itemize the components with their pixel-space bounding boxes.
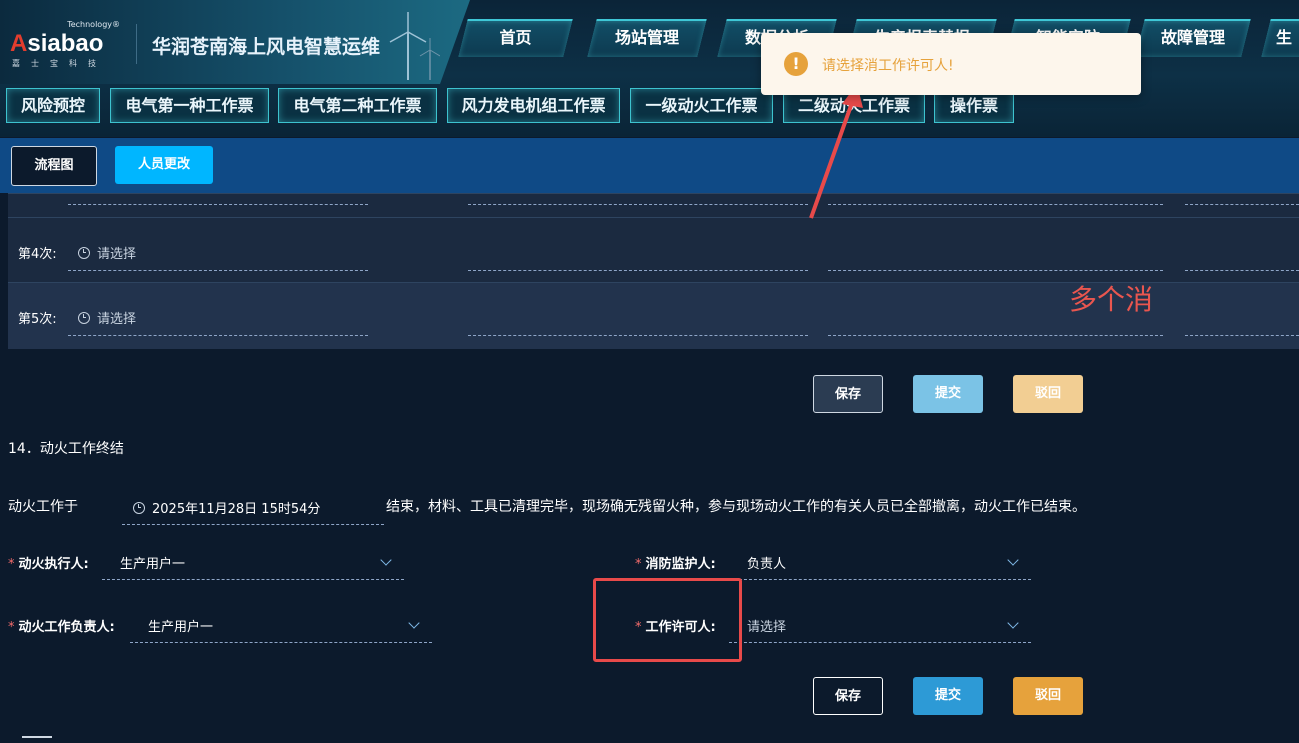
time-input-4c[interactable] (828, 270, 1163, 271)
submit-button[interactable]: 提交 (913, 677, 983, 715)
nav-tab-fault[interactable]: 故障管理 (1135, 19, 1251, 57)
clock-icon (78, 247, 90, 259)
subtab-hotwork-first[interactable]: 一级动火工作票 (630, 88, 773, 123)
nav-tab-production[interactable]: 生 (1261, 19, 1299, 57)
submit-button-top[interactable]: 提交 (913, 375, 983, 413)
leader-label: * 动火工作负责人: (8, 620, 115, 635)
time-picker-5[interactable]: 请选择 (78, 308, 136, 327)
row-label: 第4次: (18, 247, 57, 262)
clock-icon (133, 502, 145, 514)
time-input-5d[interactable] (1185, 335, 1299, 336)
input-underline (729, 579, 1031, 580)
input-underline (828, 204, 1163, 205)
section-title: 14．动火工作终结 (8, 441, 124, 457)
logo-tech-text: Technology® (67, 20, 120, 29)
save-button[interactable]: 保存 (813, 677, 883, 715)
clock-icon (78, 312, 90, 324)
time-input-4b[interactable] (468, 270, 808, 271)
person-change-button[interactable]: 人员更改 (115, 146, 213, 184)
table-row (8, 193, 1299, 218)
logo-wordmark: Asiabao (10, 30, 104, 57)
toast-message: 请选择消工作许可人! (822, 58, 954, 74)
end-prefix-text: 动火工作于 (8, 499, 78, 515)
input-underline (68, 270, 368, 271)
chevron-down-icon[interactable] (1007, 554, 1019, 566)
chevron-down-icon[interactable] (1007, 617, 1019, 629)
end-suffix-text: 结束，材料、工具已清理完毕，现场确无残留火种，参与现场动火工作的有关人员已全部撤… (386, 499, 1086, 515)
input-underline (122, 524, 384, 525)
highlight-box (593, 578, 742, 662)
leader-select[interactable]: 生产用户一 (148, 616, 213, 635)
subtab-risk-control[interactable]: 风险预控 (6, 88, 100, 123)
company-logo: Technology® Asiabao 嘉士宝科技 (10, 20, 122, 70)
chevron-down-icon[interactable] (380, 554, 392, 566)
annotation-text: 多个消 (1069, 283, 1154, 316)
nav-tab-station[interactable]: 场站管理 (587, 19, 707, 57)
time-input-5b[interactable] (468, 335, 808, 336)
input-underline (729, 642, 1031, 643)
logo-subtitle: 嘉士宝科技 (12, 59, 107, 68)
subtab-turbine-ticket[interactable]: 风力发电机组工作票 (447, 88, 620, 123)
end-datetime-picker[interactable]: 2025年11月28日 15时54分 (133, 498, 320, 517)
next-section-stub (22, 736, 52, 743)
input-underline (468, 204, 808, 205)
chevron-down-icon[interactable] (408, 617, 420, 629)
nav-tab-home[interactable]: 首页 (458, 19, 573, 57)
reject-button[interactable]: 驳回 (1013, 677, 1083, 715)
header-divider (136, 24, 137, 64)
warning-toast: ! 请选择消工作许可人! (761, 33, 1141, 95)
input-underline (102, 579, 404, 580)
table-row: 第4次: 请选择 (8, 217, 1299, 283)
fire-monitor-select[interactable]: 负责人 (747, 553, 786, 572)
flowchart-button[interactable]: 流程图 (11, 146, 97, 186)
subtab-electric-first[interactable]: 电气第一种工作票 (110, 88, 269, 123)
permit-select[interactable]: 请选择 (747, 616, 786, 635)
time-input-5c[interactable] (828, 335, 1163, 336)
hotwork-record-table: 第4次: 请选择 第5次: 请选择 (8, 193, 1299, 349)
reject-button-top[interactable]: 驳回 (1013, 375, 1083, 413)
executor-select[interactable]: 生产用户一 (120, 553, 185, 572)
site-title: 华润苍南海上风电智慧运维 (152, 36, 381, 58)
time-input-4d[interactable] (1185, 270, 1299, 271)
time-picker-4[interactable]: 请选择 (78, 243, 136, 262)
wind-turbine-icon (389, 12, 440, 80)
save-button-top[interactable]: 保存 (813, 375, 883, 413)
subtab-electric-second[interactable]: 电气第二种工作票 (278, 88, 437, 123)
executor-label: * 动火执行人: (8, 557, 89, 572)
input-underline (130, 642, 432, 643)
fire-monitor-label: * 消防监护人: (635, 557, 716, 572)
input-underline (1185, 204, 1299, 205)
row-label: 第5次: (18, 312, 57, 327)
input-underline (68, 335, 368, 336)
input-underline (68, 204, 368, 205)
warning-icon: ! (784, 52, 808, 76)
